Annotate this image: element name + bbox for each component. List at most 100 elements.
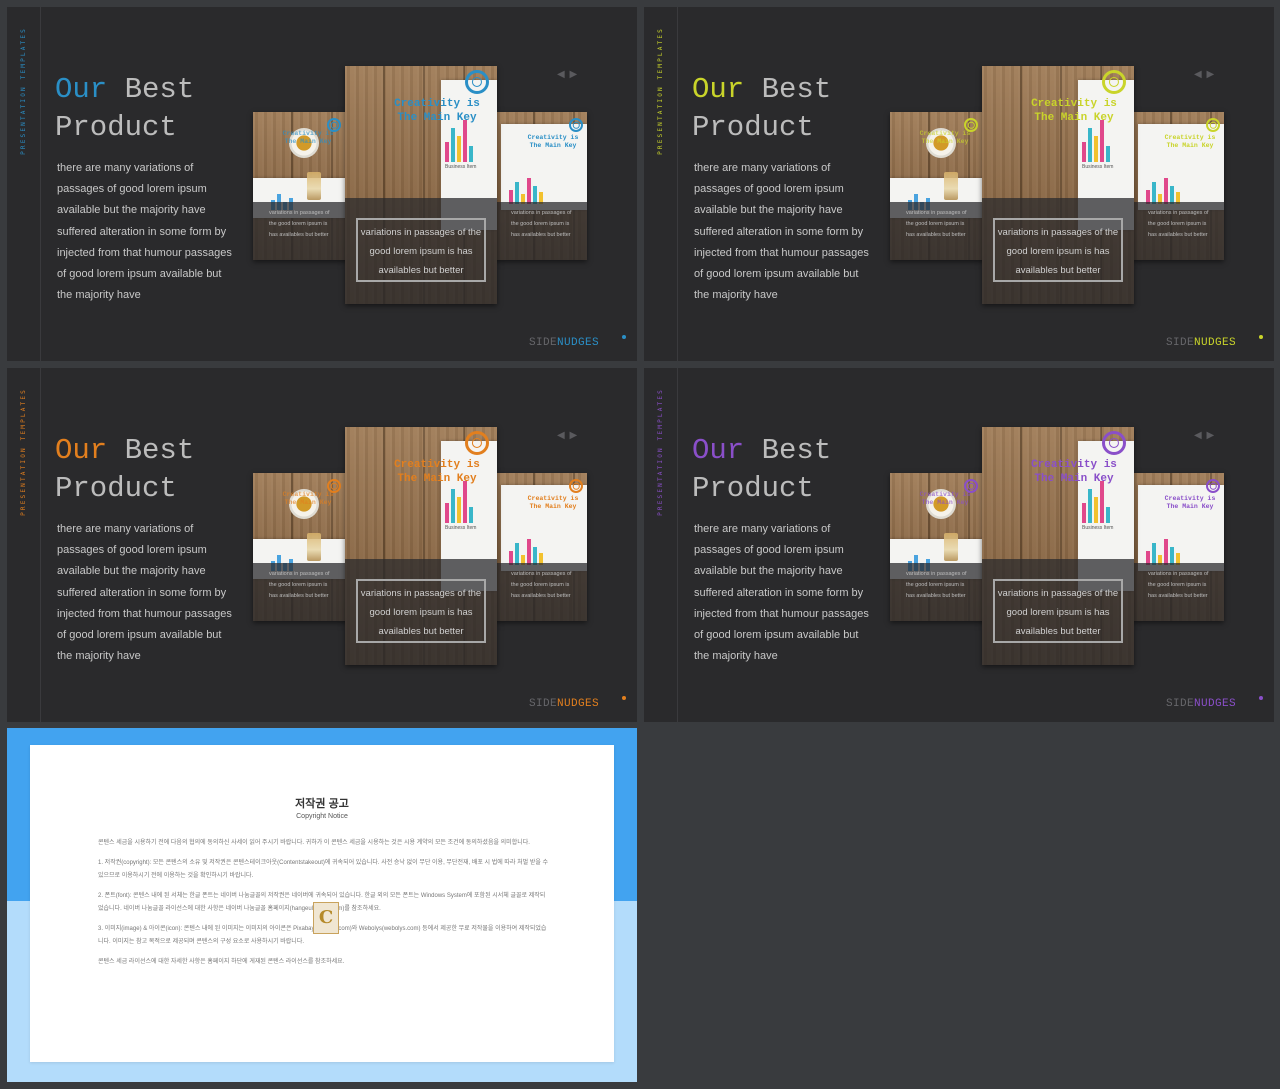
- photo-panel-left: Creativity is The Main Key variations in…: [890, 473, 985, 621]
- panel-overlay: variations in passages of the good lorem…: [345, 559, 497, 665]
- panel-heading: Creativity is The Main Key: [1164, 134, 1216, 150]
- vertical-label: PRESENTATION TEMPLATES: [657, 27, 664, 155]
- panel-overlay: variations in passages of the good lorem…: [890, 202, 985, 260]
- photo-panel-left: Creativity is The Main Key variations in…: [253, 473, 348, 621]
- brand-nudges-text: NUDGES: [1194, 337, 1237, 349]
- photo-panel-center: Business Item Creativity is The Main Key…: [345, 66, 497, 304]
- accent-dot: [1259, 696, 1263, 700]
- slide-title: Our Best Product: [692, 71, 831, 147]
- panel-heading: Creativity is The Main Key: [919, 491, 971, 507]
- slide-title: Our Best Product: [55, 71, 194, 147]
- bar-chart-icon: [1146, 168, 1180, 204]
- panel-overlay: variations in passages of the good lorem…: [982, 559, 1134, 665]
- target-ring-icon: [1102, 70, 1126, 94]
- slide-orange[interactable]: PRESENTATION TEMPLATES Our Best Product …: [7, 368, 637, 722]
- slide-yellow[interactable]: PRESENTATION TEMPLATES Our Best Product …: [644, 7, 1274, 361]
- panel-heading: Creativity is The Main Key: [527, 134, 579, 150]
- target-ring-icon: [465, 70, 489, 94]
- vertical-label: PRESENTATION TEMPLATES: [20, 27, 27, 155]
- nav-arrows[interactable]: ◀ ▶: [1194, 69, 1215, 80]
- brand-logo: SIDENUDGES: [529, 337, 599, 349]
- copyright-paragraph: 콘텐스 세금 라이선스에 대한 자세한 사항은 홈페이지 하단에 게재된 콘텐스…: [98, 959, 345, 965]
- nav-arrows[interactable]: ◀ ▶: [557, 69, 578, 80]
- target-ring-icon: [569, 479, 583, 493]
- glass-jar: [944, 172, 958, 200]
- caption-box: variations in passages of the good lorem…: [356, 579, 486, 643]
- brand-nudges-text: NUDGES: [557, 698, 600, 710]
- panel-heading: Creativity is The Main Key: [282, 130, 334, 146]
- panel-caption: variations in passages of the good lorem…: [906, 210, 967, 238]
- paper-label: Business Item: [445, 164, 477, 170]
- paper-label: Business Item: [1082, 525, 1114, 531]
- nav-arrows[interactable]: ◀ ▶: [1194, 430, 1215, 441]
- nav-arrows-icon[interactable]: ◀ ▶: [557, 430, 578, 441]
- nav-arrows-icon[interactable]: ◀ ▶: [1194, 430, 1215, 441]
- slide-purple[interactable]: PRESENTATION TEMPLATES Our Best Product …: [644, 368, 1274, 722]
- panel-heading: Creativity is The Main Key: [394, 98, 480, 124]
- panel-heading: Creativity is The Main Key: [527, 495, 579, 511]
- copyright-paragraph: 1. 저작권(copyright): 모든 콘텐스의 소유 및 저작권은 콘텐스…: [98, 860, 549, 879]
- brand-nudges-text: NUDGES: [557, 337, 600, 349]
- title-word: Best: [124, 434, 195, 467]
- panel-caption: variations in passages of the good lorem…: [511, 571, 572, 599]
- panel-heading: Creativity is The Main Key: [1031, 98, 1117, 124]
- accent-dot: [622, 696, 626, 700]
- glass-jar: [307, 172, 321, 200]
- brand-side-text: SIDE: [529, 337, 558, 349]
- nav-arrows-icon[interactable]: ◀ ▶: [557, 69, 578, 80]
- nav-arrows[interactable]: ◀ ▶: [557, 430, 578, 441]
- panel-overlay: variations in passages of the good lorem…: [345, 198, 497, 304]
- title-word: Product: [55, 472, 177, 505]
- description-text: there are many variations of passages of…: [57, 523, 232, 663]
- bar-chart-icon: [1146, 529, 1180, 565]
- photo-panel-right: Creativity is The Main Key variations in…: [1132, 112, 1224, 260]
- copyright-card: 저작권 공고 Copyright Notice 콘텐스 세금을 시용하기 전에 …: [30, 745, 614, 1062]
- title-word: Product: [55, 111, 177, 144]
- panel-caption: variations in passages of the good lorem…: [269, 571, 330, 599]
- slide-blue[interactable]: PRESENTATION TEMPLATES Our Best Product …: [7, 7, 637, 361]
- panel-overlay: variations in passages of the good lorem…: [1132, 563, 1224, 621]
- target-ring-icon: [1206, 118, 1220, 132]
- panel-overlay: variations in passages of the good lorem…: [495, 202, 587, 260]
- glass-jar: [307, 533, 321, 561]
- brand-side-text: SIDE: [1166, 337, 1195, 349]
- paper-label: Business Item: [445, 525, 477, 531]
- brand-side-text: SIDE: [1166, 698, 1195, 710]
- panel-overlay: variations in passages of the good lorem…: [253, 202, 348, 260]
- divider-line: [40, 7, 41, 361]
- caption-box: variations in passages of the good lorem…: [356, 218, 486, 282]
- panel-overlay: variations in passages of the good lorem…: [890, 563, 985, 621]
- panel-overlay: variations in passages of the good lorem…: [1132, 202, 1224, 260]
- photo-panel-center: Business Item Creativity is The Main Key…: [982, 66, 1134, 304]
- panel-caption: variations in passages of the good lorem…: [1148, 210, 1209, 238]
- panel-caption: variations in passages of the good lorem…: [1148, 571, 1209, 599]
- brand-logo: SIDENUDGES: [1166, 698, 1236, 710]
- title-highlight-word: Our: [692, 73, 745, 106]
- vertical-label: PRESENTATION TEMPLATES: [20, 388, 27, 516]
- photo-panel-center: Business Item Creativity is The Main Key…: [345, 427, 497, 665]
- copyright-slide[interactable]: 저작권 공고 Copyright Notice 콘텐스 세금을 시용하기 전에 …: [7, 728, 637, 1082]
- copyright-title: 저작권 공고: [295, 798, 349, 810]
- photo-panel-center: Business Item Creativity is The Main Key…: [982, 427, 1134, 665]
- title-word: Product: [692, 111, 814, 144]
- brand-side-text: SIDE: [529, 698, 558, 710]
- target-ring-icon: [569, 118, 583, 132]
- title-word: Best: [124, 73, 195, 106]
- photo-panel-right: Creativity is The Main Key variations in…: [1132, 473, 1224, 621]
- paper-label: Business Item: [1082, 164, 1114, 170]
- panel-heading: Creativity is The Main Key: [1164, 495, 1216, 511]
- panel-overlay: variations in passages of the good lorem…: [982, 198, 1134, 304]
- panel-heading: Creativity is The Main Key: [919, 130, 971, 146]
- target-ring-icon: [1206, 479, 1220, 493]
- contents-logo-icon: C: [313, 902, 339, 934]
- title-word: Best: [761, 434, 832, 467]
- divider-line: [677, 368, 678, 722]
- nav-arrows-icon[interactable]: ◀ ▶: [1194, 69, 1215, 80]
- accent-dot: [1259, 335, 1263, 339]
- panel-caption: variations in passages of the good lorem…: [511, 210, 572, 238]
- vertical-label: PRESENTATION TEMPLATES: [657, 388, 664, 516]
- description-text: there are many variations of passages of…: [694, 523, 869, 663]
- description-text: there are many variations of passages of…: [57, 162, 232, 302]
- title-word: Product: [692, 472, 814, 505]
- panel-overlay: variations in passages of the good lorem…: [253, 563, 348, 621]
